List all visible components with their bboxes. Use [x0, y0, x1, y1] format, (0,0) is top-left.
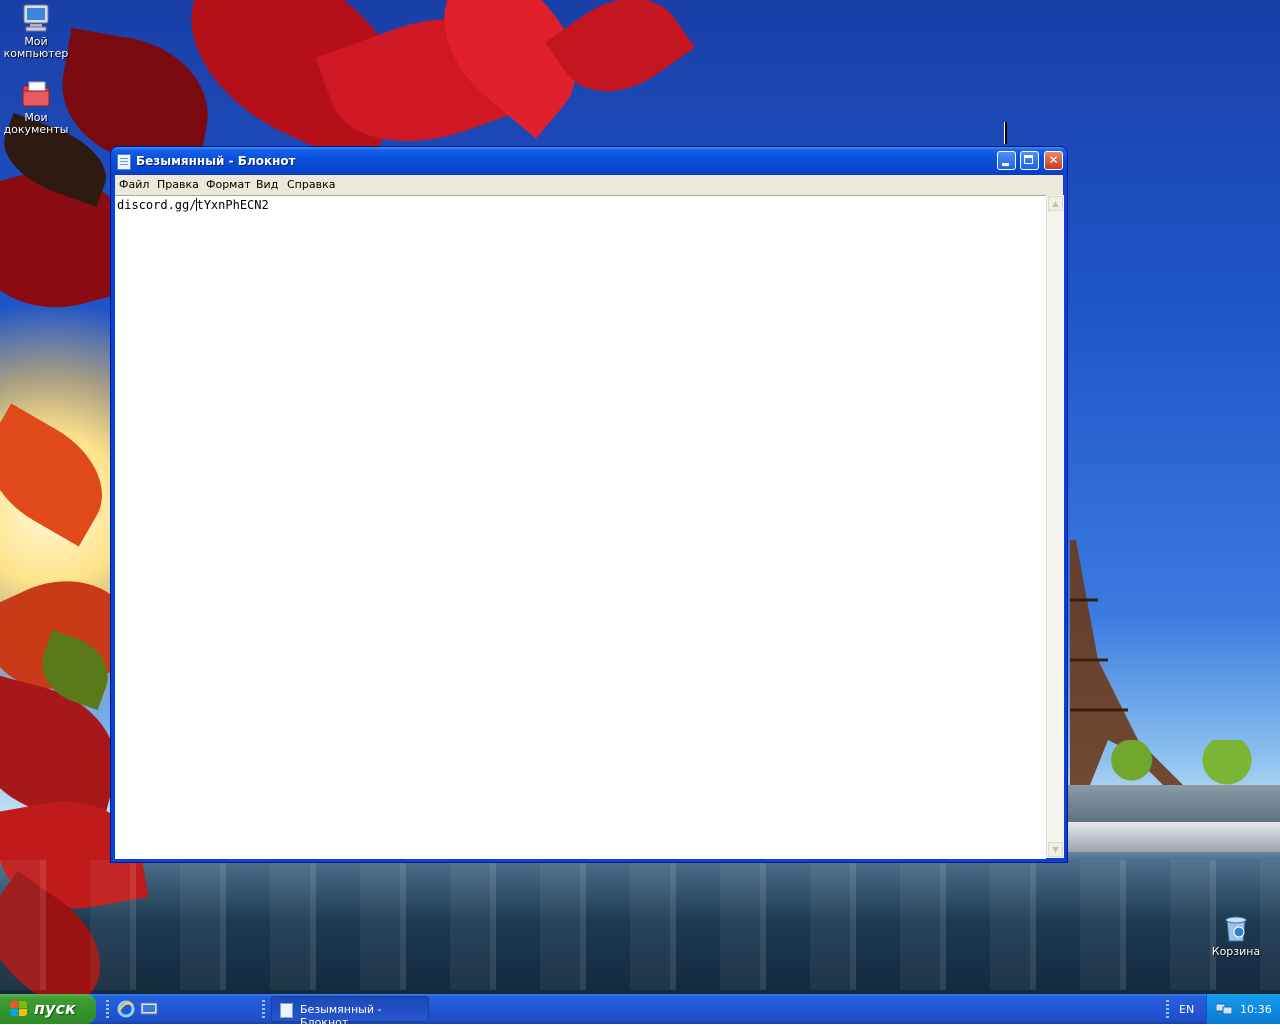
desktop-icon-recycle-bin[interactable]: Корзина: [1198, 912, 1274, 958]
quicklaunch-ie-icon[interactable]: [117, 1000, 135, 1018]
taskbar-button-notepad[interactable]: Безымянный - Блокнот: [271, 996, 429, 1029]
my-documents-icon: [20, 78, 52, 110]
menu-view[interactable]: Вид: [256, 178, 278, 191]
embankment: [1068, 785, 1280, 825]
clock[interactable]: 10:36: [1240, 1003, 1272, 1016]
scroll-up-button[interactable]: ▲: [1048, 196, 1063, 211]
desktop-icon-label: Мои документы: [3, 111, 69, 136]
taskbar: пуск Безымянный - Блокнот EN 10:36: [0, 994, 1280, 1029]
desktop-icon-my-computer[interactable]: Мой компьютер: [0, 2, 74, 60]
menu-file[interactable]: Файл: [119, 178, 149, 191]
text-editor-area[interactable]: discord.gg/tYxnPhECN2: [115, 195, 1046, 859]
network-icon[interactable]: [1215, 1002, 1233, 1015]
minimize-button[interactable]: [997, 151, 1016, 170]
language-indicator[interactable]: EN: [1179, 1003, 1194, 1016]
menu-bar: Файл Правка Формат Вид Справка: [115, 175, 1063, 195]
maximize-button[interactable]: [1020, 151, 1039, 170]
quicklaunch-grip[interactable]: [106, 1000, 109, 1018]
river-reflection: [0, 860, 1280, 990]
boats: [1068, 822, 1280, 852]
my-computer-icon: [20, 2, 52, 34]
windows-logo-icon: [10, 1001, 28, 1017]
notepad-icon: [280, 1003, 293, 1018]
desktop-icon-label: Корзина: [1211, 945, 1261, 958]
system-tray: 10:36: [1206, 994, 1280, 1024]
text-after-caret: tYxnPhECN2: [196, 198, 269, 212]
vertical-scrollbar[interactable]: ▲ ▼: [1046, 195, 1064, 858]
close-icon: ✕: [1048, 153, 1059, 167]
mouse-cursor: [1004, 122, 1007, 144]
text-before-caret: discord.gg/: [117, 198, 197, 212]
minimize-icon: [1002, 163, 1009, 166]
maximize-icon: [1024, 155, 1033, 164]
menu-format[interactable]: Формат: [206, 178, 251, 191]
desktop-icon-label: Мой компьютер: [3, 35, 69, 60]
language-grip[interactable]: [1166, 1000, 1169, 1018]
editor-content: discord.gg/tYxnPhECN2: [117, 198, 269, 212]
menu-edit[interactable]: Правка: [157, 178, 199, 191]
taskbar-grip[interactable]: [262, 1000, 265, 1018]
desktop-icon-my-documents[interactable]: Мои документы: [0, 78, 74, 136]
quicklaunch-show-desktop-icon[interactable]: [140, 1000, 158, 1018]
menu-help[interactable]: Справка: [287, 178, 335, 191]
notepad-window[interactable]: Безымянный - Блокнот ✕ Файл Правка Форма…: [111, 147, 1067, 862]
close-button[interactable]: ✕: [1044, 151, 1063, 170]
window-title: Безымянный - Блокнот: [136, 154, 296, 168]
recycle-bin-icon: [1220, 912, 1252, 944]
notepad-icon: [117, 154, 131, 170]
start-button[interactable]: пуск: [0, 994, 96, 1024]
scroll-down-button[interactable]: ▼: [1048, 842, 1063, 857]
window-titlebar[interactable]: Безымянный - Блокнот ✕: [111, 147, 1067, 175]
trees: [1068, 740, 1280, 790]
start-label: пуск: [34, 999, 76, 1018]
taskbar-button-label: Безымянный - Блокнот: [300, 1003, 382, 1029]
